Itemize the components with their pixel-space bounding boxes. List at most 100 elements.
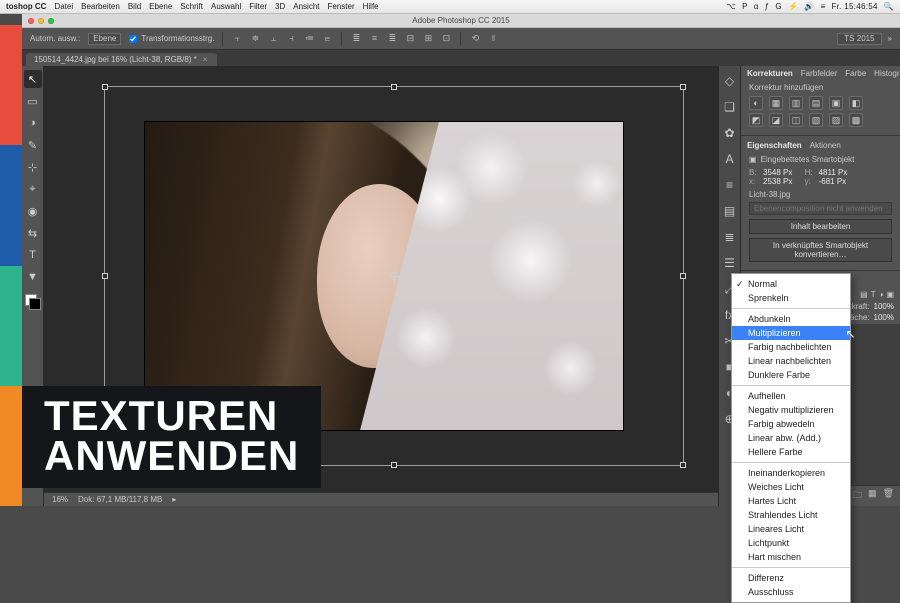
fill-value[interactable]: 100% — [874, 313, 894, 322]
blendmode-option[interactable]: Multiplizieren↖ — [732, 326, 850, 340]
transform-handle[interactable] — [391, 462, 397, 468]
workspace-switcher[interactable]: TS 2015 — [837, 33, 881, 45]
lasso-tool-icon[interactable]: ◑ — [24, 114, 42, 132]
clone-tool-icon[interactable]: ⇆ — [24, 224, 42, 242]
blendmode-option[interactable]: Aufhellen — [732, 389, 850, 403]
align-icons[interactable]: ⫟≑⫠ ⫞≔⫢ — [231, 33, 333, 44]
move-tool-icon[interactable]: ↖ — [24, 70, 42, 88]
blendmode-option[interactable]: Farbig abwedeln — [732, 417, 850, 431]
adjustment-icon[interactable]: ▦ — [769, 96, 783, 110]
panel-tab[interactable]: Farbfelder — [801, 69, 837, 78]
menubar-icon[interactable]: ƒ — [765, 2, 770, 11]
distribute-icon[interactable]: ⊞ — [422, 33, 434, 44]
menu-item[interactable]: Fenster — [327, 2, 354, 11]
blendmode-option[interactable]: Dunklere Farbe — [732, 368, 850, 382]
menubar-icon[interactable]: ⌥ — [727, 2, 737, 11]
new-layer-icon[interactable]: ▦ — [868, 488, 877, 504]
document-tab[interactable]: 150514_4424.jpg bei 16% (Licht-38, RGB/8… — [26, 53, 217, 66]
panel-icon[interactable]: ≡ — [721, 176, 739, 194]
edit-contents-button[interactable]: Inhalt bearbeiten — [749, 219, 892, 234]
blendmode-option[interactable]: Differenz — [732, 571, 850, 585]
blendmode-menu[interactable]: NormalSprenkelnAbdunkelnMultiplizieren↖F… — [731, 273, 851, 603]
blendmode-option[interactable]: Hellere Farbe — [732, 445, 850, 459]
adjustment-icon[interactable]: ▥ — [789, 96, 803, 110]
transform-handle[interactable] — [680, 84, 686, 90]
close-tab-icon[interactable]: × — [203, 55, 208, 64]
blendmode-option[interactable]: Abdunkeln — [732, 312, 850, 326]
mac-app-name[interactable]: toshop CC — [6, 2, 46, 11]
menu-item[interactable]: Bild — [128, 2, 141, 11]
menubar-clock[interactable]: Fr. 15:46:54 — [831, 2, 877, 11]
adjustment-icon[interactable]: ▨ — [829, 113, 843, 127]
swatches-icon[interactable] — [25, 294, 41, 310]
panel-icon[interactable]: ☰ — [721, 254, 739, 272]
distribute-icon[interactable]: ≣ — [350, 33, 362, 44]
marquee-tool-icon[interactable]: ▭ — [24, 92, 42, 110]
blendmode-option[interactable]: Lineares Licht — [732, 522, 850, 536]
menubar-icon[interactable]: P — [742, 2, 748, 11]
menu-item[interactable]: Bearbeiten — [81, 2, 120, 11]
adjustment-icon[interactable]: ◐ — [749, 96, 763, 110]
blendmode-option[interactable]: Sprenkeln — [732, 291, 850, 305]
adjustment-icon[interactable]: ▧ — [809, 113, 823, 127]
menubar-icon[interactable]: α — [754, 2, 759, 11]
menubar-icon[interactable]: ⚡ — [788, 2, 798, 11]
distribute-icon[interactable]: ⊟ — [404, 33, 416, 44]
menubar-icon[interactable]: G — [775, 2, 782, 11]
crop-tool-icon[interactable]: ⊹ — [24, 158, 42, 176]
distribute-icons[interactable]: ≣≡≣ ⊟⊞⊡ — [350, 33, 452, 44]
adjustment-icon[interactable]: ◪ — [769, 113, 783, 127]
adjustment-icon[interactable]: ◫ — [789, 113, 803, 127]
align-icon[interactable]: ≔ — [303, 33, 315, 44]
zoom-icon[interactable] — [48, 18, 54, 24]
transform-controls-checkbox[interactable]: Transformationsstrg. — [129, 34, 214, 43]
transform-handle[interactable] — [680, 273, 686, 279]
menu-item[interactable]: 3D — [275, 2, 285, 11]
minimize-icon[interactable] — [38, 18, 44, 24]
group-icon[interactable]: 🗀 — [853, 488, 862, 504]
menu-item[interactable]: Auswahl — [211, 2, 241, 11]
traffic-lights[interactable] — [28, 18, 54, 24]
3d-icon[interactable]: ⟲ — [469, 33, 481, 44]
distribute-icon[interactable]: ≡ — [368, 33, 380, 44]
layer-filter-icon[interactable]: ▣ — [886, 290, 894, 299]
statusbar-arrow-icon[interactable]: ▸ — [172, 495, 176, 504]
panel-tab[interactable]: Farbe — [845, 69, 866, 78]
blendmode-option[interactable]: Linear abw. (Add.) — [732, 431, 850, 445]
menu-item[interactable]: Ansicht — [293, 2, 319, 11]
app-menus[interactable]: toshop CC Datei Bearbeiten Bild Ebene Sc… — [6, 2, 379, 11]
transform-handle[interactable] — [680, 462, 686, 468]
gradient-tool-icon[interactable]: ◉ — [24, 202, 42, 220]
layer-filter-icon[interactable]: T — [871, 290, 876, 299]
panel-icon[interactable]: ✿ — [721, 124, 739, 142]
blendmode-option[interactable]: Ineinanderkopieren — [732, 466, 850, 480]
adjustment-icons[interactable]: ◐▦▥▤▣◧ — [749, 96, 892, 110]
eyedropper-tool-icon[interactable]: ⌖ — [24, 180, 42, 198]
blendmode-option[interactable]: Strahlendes Licht — [732, 508, 850, 522]
panel-tab[interactable]: Aktionen — [810, 141, 841, 150]
spotlight-icon[interactable]: 🔍 — [884, 2, 894, 11]
menu-item[interactable]: Datei — [54, 2, 73, 11]
blendmode-option[interactable]: Farbig nachbelichten — [732, 340, 850, 354]
panel-tab[interactable]: Korrekturen — [747, 69, 793, 78]
blendmode-option[interactable]: Linear nachbelichten — [732, 354, 850, 368]
transform-center-icon[interactable] — [390, 272, 398, 280]
menubar-icon[interactable]: ≡ — [820, 2, 825, 11]
layer-filter-icon[interactable]: ▤ — [860, 290, 868, 299]
panel-tab[interactable]: Eigenschaften — [747, 141, 802, 150]
blendmode-option[interactable]: Normal — [732, 277, 850, 291]
distribute-icon[interactable]: ≣ — [386, 33, 398, 44]
adjustment-icon[interactable]: ▣ — [829, 96, 843, 110]
search-icon[interactable]: » — [888, 34, 892, 43]
autoselect-dropdown[interactable]: Ebene — [88, 33, 121, 45]
align-icon[interactable]: ≑ — [249, 33, 261, 44]
panel-icon[interactable]: A — [721, 150, 739, 168]
trash-icon[interactable]: 🗑 — [883, 488, 894, 504]
blendmode-option[interactable]: Hart mischen — [732, 550, 850, 564]
menu-item[interactable]: Hilfe — [363, 2, 379, 11]
type-tool-icon[interactable]: T — [24, 246, 42, 264]
align-icon[interactable]: ⫢ — [321, 33, 333, 44]
transform-handle[interactable] — [102, 84, 108, 90]
adjustment-icon[interactable]: ◩ — [749, 113, 763, 127]
menu-item[interactable]: Filter — [249, 2, 267, 11]
